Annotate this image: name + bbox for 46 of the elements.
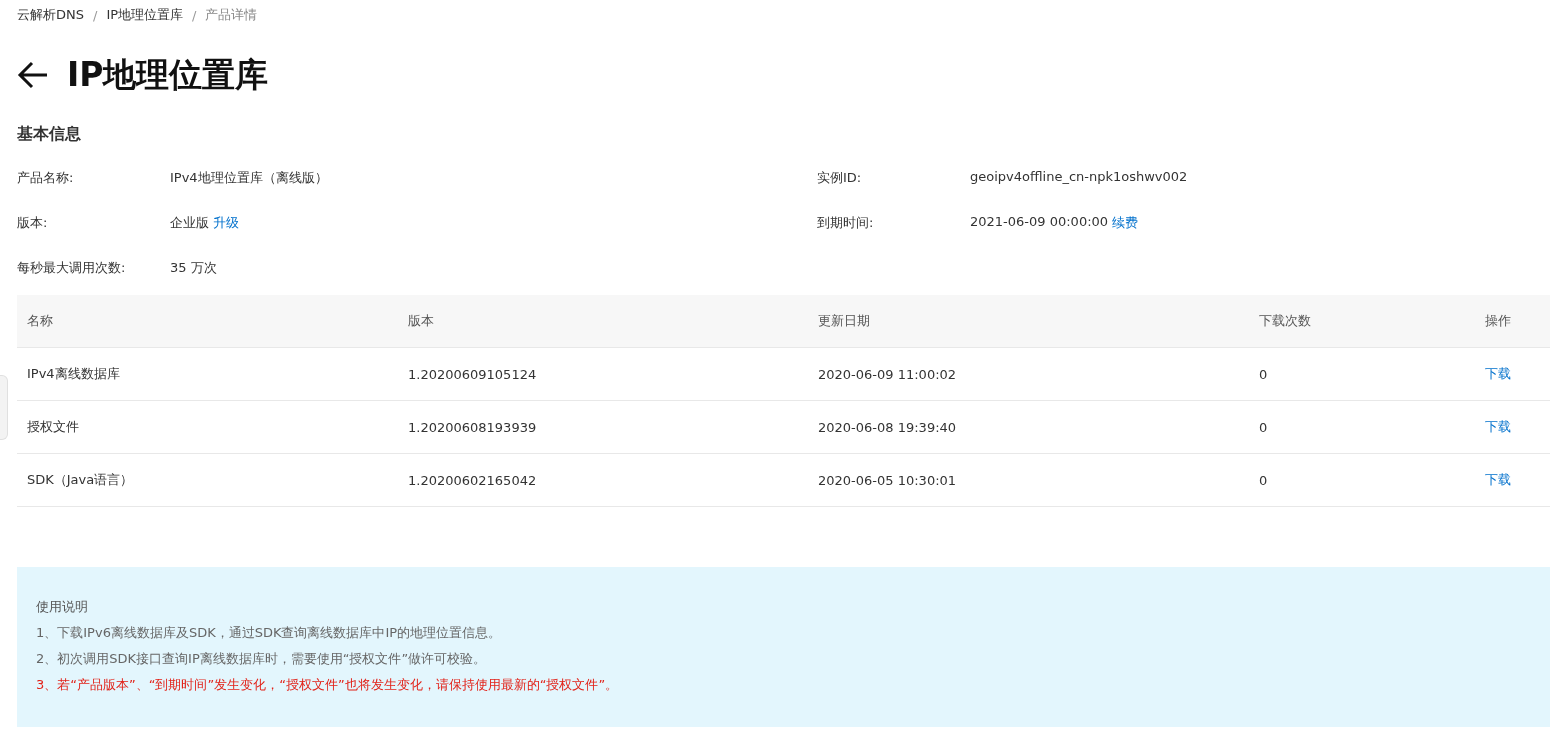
table-cell-text: 1.20200602165042 [408, 472, 538, 488]
column-header: 名称 [27, 312, 54, 330]
table-cell-text: 1.20200608193939 [408, 419, 538, 435]
download-link[interactable]: 下载 [1485, 472, 1511, 487]
info-link[interactable]: 续费 [1112, 214, 1139, 259]
info-value: geoipv4offline_cn-npk1oshwv002 [970, 169, 1188, 186]
column-header: 下载次数 [1259, 312, 1312, 330]
page-title: IP地理位置库 [67, 53, 269, 96]
download-link[interactable]: 下载 [1485, 419, 1511, 434]
info-value: IPv4地理位置库（离线版） [170, 169, 328, 187]
info-label: 产品名称: [17, 169, 75, 187]
breadcrumb-item: 产品详情 [205, 6, 258, 24]
breadcrumb-separator: / [93, 7, 98, 23]
table-cell-text: 2020-06-05 10:30:01 [818, 472, 958, 488]
download-link[interactable]: 下载 [1485, 366, 1511, 381]
info-label: 实例ID: [817, 169, 863, 187]
table-cell-text: 0 [1259, 419, 1269, 435]
breadcrumb-item[interactable]: IP地理位置库 [106, 6, 184, 24]
table-cell-text: 授权文件 [27, 418, 80, 436]
info-label: 每秒最大调用次数: [17, 259, 127, 277]
info-value: 35 万次 [170, 259, 217, 277]
collapse-handle[interactable] [0, 375, 8, 440]
column-header: 操作 [1485, 312, 1512, 330]
notes-title: 使用说明 [36, 598, 89, 616]
breadcrumb-separator: / [192, 7, 197, 23]
info-value: 企业版 [170, 214, 209, 232]
table-cell-text: 2020-06-09 11:00:02 [818, 366, 958, 382]
info-label: 版本: [17, 214, 49, 232]
info-value: 2021-06-09 00:00:00 [970, 214, 1109, 231]
breadcrumb-item[interactable]: 云解析DNS [17, 6, 84, 24]
table-cell-text: IPv4离线数据库 [27, 365, 121, 383]
table-cell-text: 2020-06-08 19:39:40 [818, 419, 958, 435]
table-cell-text: 1.20200609105124 [408, 366, 538, 382]
column-header: 版本 [408, 312, 435, 330]
note-line: 3、若“产品版本”、“到期时间”发生变化，“授权文件”也将发生变化，请保持使用最新的“授权文件”。 [36, 676, 620, 694]
section-title: 基本信息 [17, 124, 82, 145]
note-line: 1、下载IPv6离线数据库及SDK，通过SDK查询离线数据库中IP的地理位置信息。 [36, 624, 503, 642]
table-cell-text: 0 [1259, 472, 1269, 488]
table-cell-text: 0 [1259, 366, 1269, 382]
back-button[interactable] [17, 61, 49, 89]
column-header: 更新日期 [818, 312, 871, 330]
table-cell-text: SDK（Java语言） [27, 471, 135, 489]
back-arrow-icon [17, 61, 49, 89]
info-label: 到期时间: [817, 214, 875, 232]
info-link[interactable]: 升级 [213, 214, 239, 259]
note-line: 2、初次调用SDK接口查询IP离线数据库时，需要使用“授权文件”做许可校验。 [36, 650, 488, 668]
